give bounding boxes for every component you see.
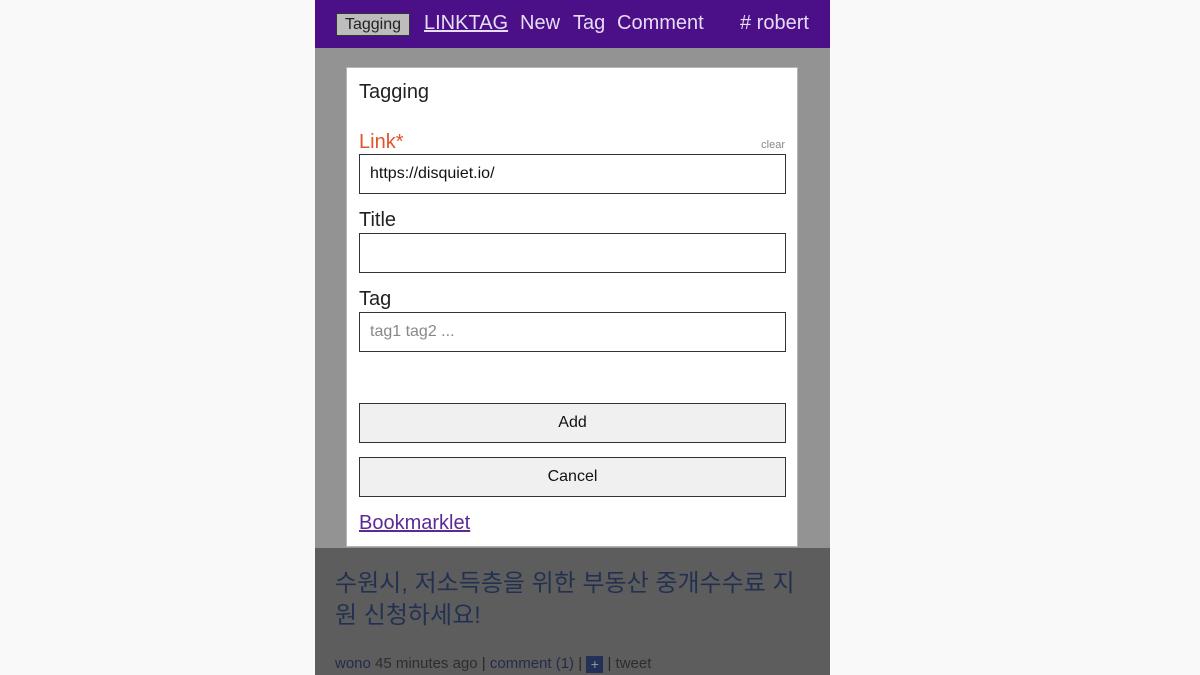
link-input[interactable] [359,154,786,194]
separator: | [607,655,612,672]
feed-headline[interactable]: 수원시, 저소득층을 위한 부동산 중개수수료 지원 신청하세요! [335,568,805,632]
feed-time: 45 minutes ago [375,655,478,672]
feed-author[interactable]: wono [335,655,371,672]
clear-link[interactable]: clear [761,139,785,151]
plus-icon[interactable]: + [586,655,604,673]
top-nav: Tagging LINKTAG New Tag Comment # robert [315,0,830,48]
link-label: Link* [359,131,404,153]
feed-meta: wono 45 minutes ago | comment (1) | + | … [335,655,651,673]
tagging-badge[interactable]: Tagging [336,13,410,36]
brand-link[interactable]: LINKTAG [424,11,508,35]
tag-input[interactable] [359,312,786,352]
add-button[interactable]: Add [359,403,786,443]
tagging-modal: Tagging Link* clear Title Tag Add Cancel… [346,67,798,547]
separator: | [481,655,486,672]
nav-tag[interactable]: Tag [573,11,605,35]
cancel-button[interactable]: Cancel [359,457,786,497]
feed-tweet-link[interactable]: tweet [616,655,652,672]
separator: | [578,655,583,672]
title-label: Title [359,209,397,231]
nav-comment[interactable]: Comment [617,11,704,35]
nav-new[interactable]: New [520,11,560,35]
bookmarklet-link[interactable]: Bookmarklet [359,512,470,535]
title-input[interactable] [359,233,786,273]
user-link[interactable]: # robert [740,11,809,35]
tag-label: Tag [359,288,392,310]
feed-comment-link[interactable]: comment (1) [490,655,574,672]
modal-title: Tagging [359,81,430,103]
